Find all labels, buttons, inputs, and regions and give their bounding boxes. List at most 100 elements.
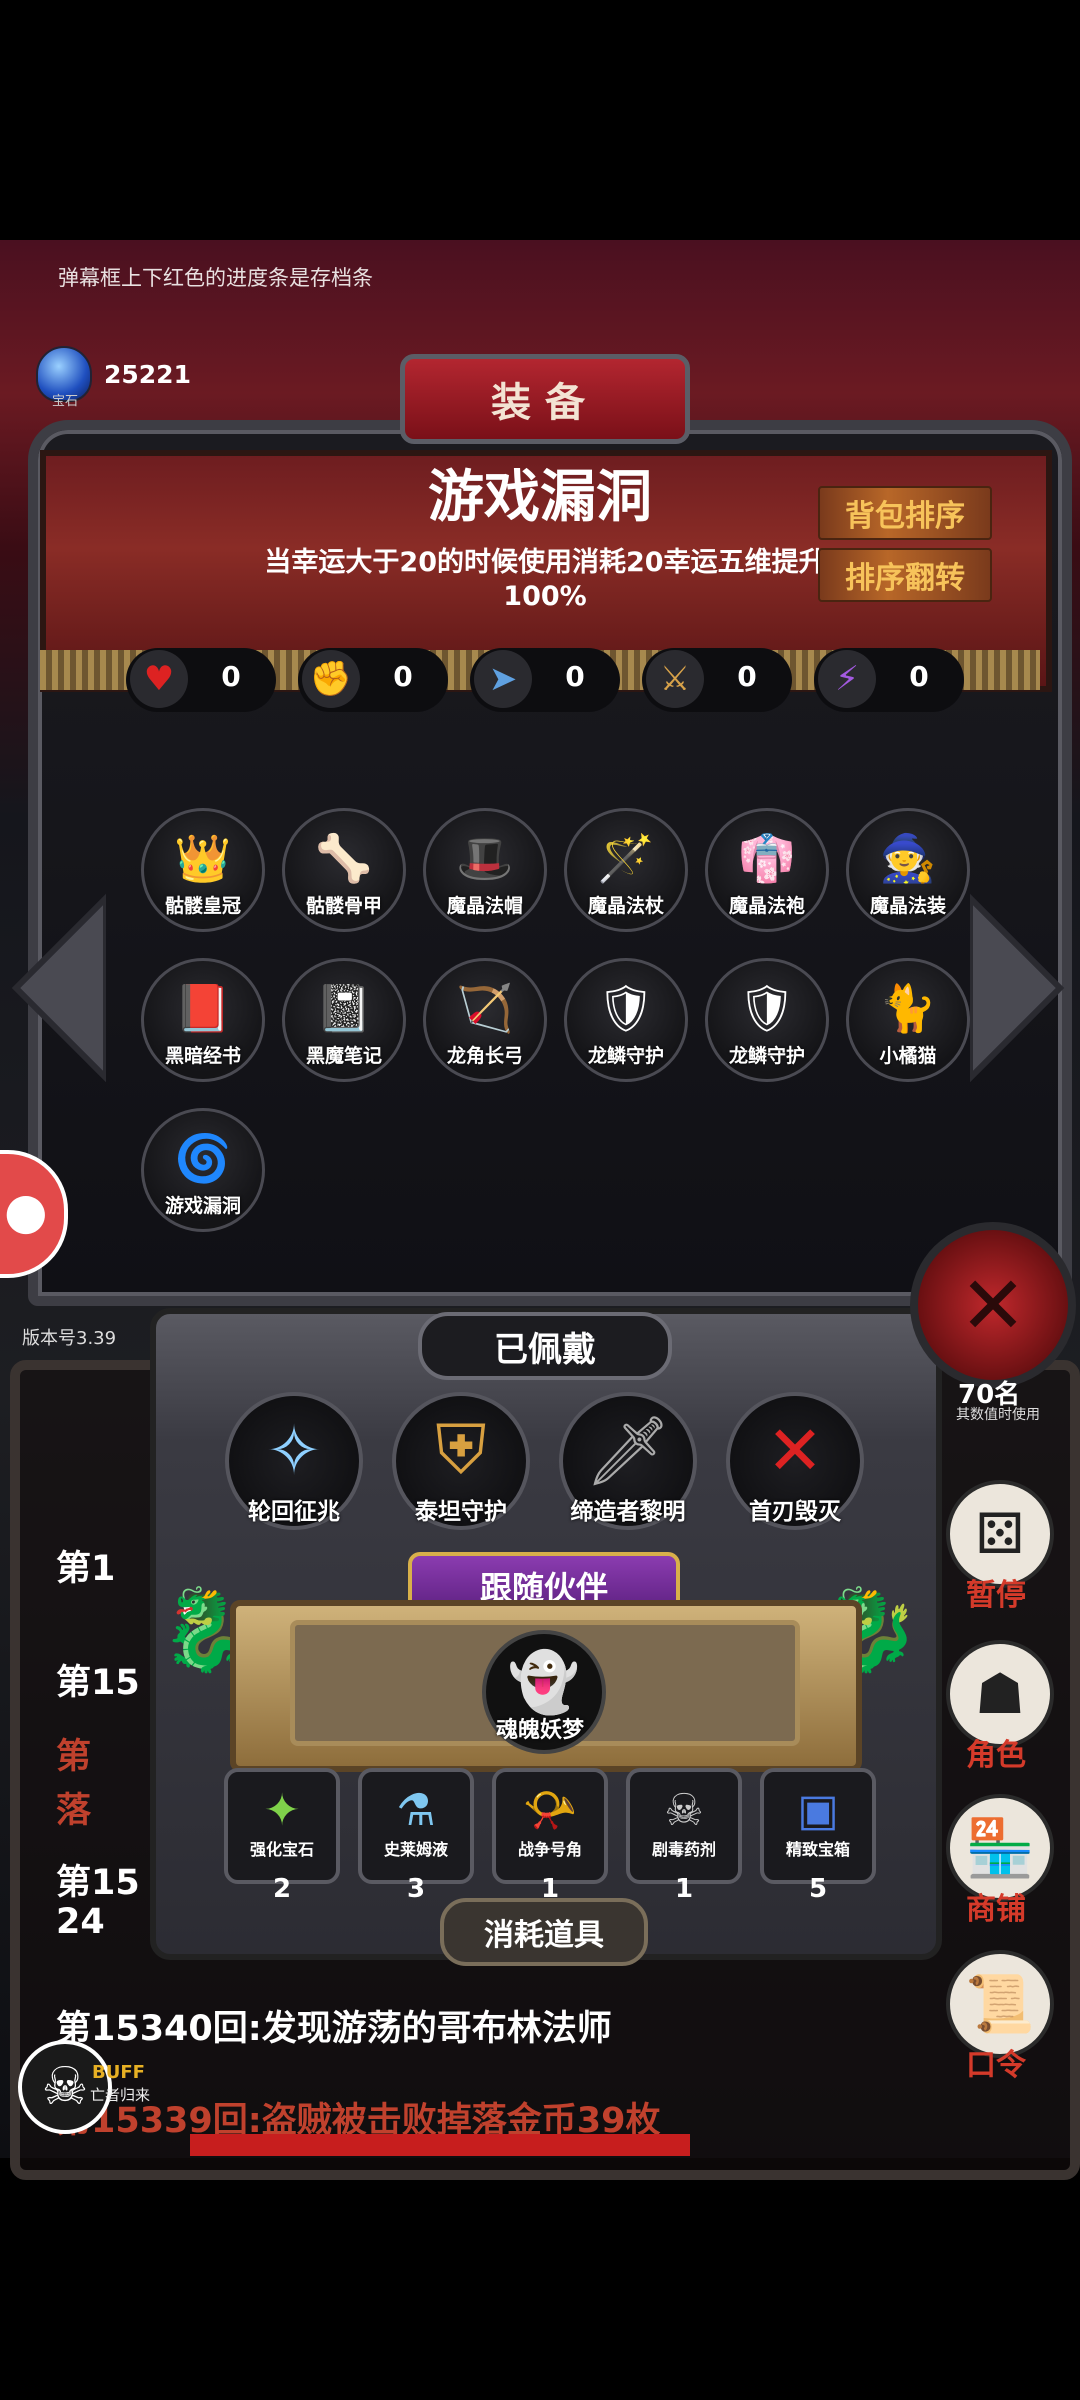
red-book-icon: 📕 — [174, 980, 232, 1035]
crown-icon: 👑 — [174, 830, 232, 885]
consumable-slot[interactable]: ▣ 精致宝箱 5 — [760, 1768, 876, 1904]
heart-icon: ♥ — [130, 650, 188, 708]
inventory-label: 龙鳞守护 — [728, 1045, 805, 1067]
armor-icon: 🦴 — [315, 830, 373, 885]
panel-title: 装备 — [400, 354, 690, 444]
consumable-slot[interactable]: 📯 战争号角 1 — [492, 1768, 608, 1904]
green-gem-icon: ✦ — [263, 1784, 301, 1836]
inventory-slot[interactable]: 🦴 骷髅骨甲 — [282, 808, 406, 932]
portal-icon: 🌀 — [174, 1130, 232, 1185]
equipped-label: 首刃毁灭 — [749, 1499, 841, 1525]
log-line: 第15 — [56, 1663, 140, 1703]
inventory-slot[interactable]: 📓 黑魔笔记 — [282, 958, 406, 1082]
consumable-slot[interactable]: ⚗ 史莱姆液 3 — [358, 1768, 474, 1904]
inventory-slot[interactable]: 👘 魔晶法袍 — [705, 808, 829, 932]
inventory-slot[interactable]: 🧙 魔晶法装 — [846, 808, 970, 932]
stat-magic: ⚡ 0 — [814, 648, 964, 712]
consumable-slot[interactable]: ✦ 强化宝石 2 — [224, 1768, 340, 1904]
consumable-slot[interactable]: ☠ 剧毒药剂 1 — [626, 1768, 742, 1904]
stat-strength-value: 0 — [393, 660, 413, 693]
gem-count: 25221 — [104, 360, 191, 389]
inventory-label: 龙鳞守护 — [587, 1045, 664, 1067]
war-horn-icon: 📯 — [522, 1785, 578, 1836]
poison-bottle-icon: ☠ — [664, 1784, 704, 1836]
stat-health: ♥ 0 — [126, 648, 276, 712]
equipped-slot[interactable]: 🗡 缔造者黎明 — [559, 1392, 697, 1530]
consumable-label: 剧毒药剂 — [651, 1840, 716, 1859]
consumables-header: 消耗道具 — [440, 1898, 648, 1966]
wizard-hat-icon: 🎩 — [456, 830, 514, 885]
companion-name: 魂魄妖梦 — [495, 1718, 584, 1743]
inventory-slot[interactable]: 🎩 魔晶法帽 — [423, 808, 547, 932]
inventory-label: 魔晶法杖 — [587, 895, 664, 917]
potion-icon: ⚗ — [396, 1784, 436, 1836]
dawn-sword-icon: 🗡 — [584, 1412, 672, 1491]
inventory-slot[interactable]: 🪄 魔晶法杖 — [564, 808, 688, 932]
log-line: 24 — [56, 1902, 105, 1942]
ice-staff-icon: ✧ — [265, 1411, 323, 1491]
gold-sub-label: 其数值时使用 — [956, 1407, 1040, 1423]
next-page-arrow-icon[interactable] — [970, 888, 1070, 1088]
dark-notebook-icon: 📓 — [315, 980, 373, 1035]
character-label: 角色 — [966, 1738, 1026, 1773]
strength-icon: ✊ — [302, 650, 360, 708]
inventory-slot[interactable]: 🐈 小橘猫 — [846, 958, 970, 1082]
inventory-slot[interactable]: 🏹 龙角长弓 — [423, 958, 547, 1082]
inventory-slot[interactable]: 🌀 游戏漏洞 — [141, 1108, 265, 1232]
version-label: 版本号3.39 — [22, 1328, 117, 1349]
stat-strength: ✊ 0 — [298, 648, 448, 712]
consumable-label: 史莱姆液 — [383, 1840, 448, 1859]
stat-health-value: 0 — [221, 660, 241, 693]
sword-icon: ⚔ — [646, 650, 704, 708]
stat-attack-value: 0 — [737, 660, 757, 693]
tip-text: 弹幕框上下红色的进度条是存档条 — [58, 266, 373, 290]
stat-agility: ➤ 0 — [470, 648, 620, 712]
equipped-label: 轮回征兆 — [248, 1499, 340, 1525]
user-icon: ● — [4, 1182, 48, 1240]
stat-agility-value: 0 — [565, 660, 585, 693]
inventory-label: 黑魔笔记 — [305, 1045, 382, 1067]
inventory-slot[interactable]: 📕 黑暗经书 — [141, 958, 265, 1082]
dice-icon: ⚄ — [975, 1501, 1025, 1567]
pause-label: 暂停 — [966, 1578, 1026, 1613]
equipped-slot[interactable]: ✕ 首刃毁灭 — [726, 1392, 864, 1530]
titan-armor-icon: ⛨ — [435, 1411, 487, 1490]
sort-bag-button[interactable]: 背包排序 — [818, 486, 992, 540]
consumable-label: 战争号角 — [517, 1840, 582, 1859]
stat-attack: ⚔ 0 — [642, 648, 792, 712]
wizard-outfit-icon: 🧙 — [879, 830, 937, 885]
inventory-label: 骷髅皇冠 — [164, 895, 241, 917]
gem-label: 宝石 — [52, 394, 79, 409]
log-line: 第1 — [56, 1549, 116, 1589]
ghost-girl-icon: 👻 — [507, 1647, 581, 1716]
command-label: 口令 — [966, 2048, 1026, 2083]
inventory-slot[interactable]: 🛡 龙鳞守护 — [705, 958, 829, 1082]
lightning-icon: ⚡ — [818, 650, 876, 708]
hooded-figure-icon: ☗ — [974, 1661, 1026, 1727]
scroll-icon: 📜 — [965, 1972, 1035, 2037]
consumable-label: 精致宝箱 — [785, 1840, 850, 1859]
treasure-chest-icon: ▣ — [797, 1784, 839, 1836]
log-line: 第15340回:发现游荡的哥布林法师 — [56, 2009, 612, 2049]
reverse-sort-button[interactable]: 排序翻转 — [818, 548, 992, 602]
inventory-label: 魔晶法袍 — [728, 895, 805, 917]
equipped-slot[interactable]: ⛨ 泰坦守护 — [392, 1392, 530, 1530]
cat-icon: 🐈 — [879, 980, 937, 1035]
equipped-label: 泰坦守护 — [415, 1499, 507, 1525]
robe-icon: 👘 — [738, 830, 796, 885]
save-progress-bar — [190, 2134, 690, 2156]
inventory-label: 魔晶法帽 — [446, 895, 523, 917]
close-button[interactable]: ✕ — [910, 1222, 1076, 1388]
inventory-slot[interactable]: 👑 骷髅皇冠 — [141, 808, 265, 932]
inventory-slot[interactable]: 🛡 龙鳞守护 — [564, 958, 688, 1082]
consumable-count: 3 — [406, 1874, 426, 1904]
agility-icon: ➤ — [474, 650, 532, 708]
prev-page-arrow-icon[interactable] — [6, 888, 106, 1088]
bow-icon: 🏹 — [456, 980, 514, 1035]
staff-icon: 🪄 — [597, 830, 655, 885]
inventory-label: 骷髅骨甲 — [305, 895, 382, 917]
shop-icon: 🏪 — [965, 1816, 1035, 1881]
consumable-count: 2 — [272, 1874, 292, 1904]
equipped-label: 缔造者黎明 — [570, 1499, 686, 1525]
equipped-slot[interactable]: ✧ 轮回征兆 — [225, 1392, 363, 1530]
